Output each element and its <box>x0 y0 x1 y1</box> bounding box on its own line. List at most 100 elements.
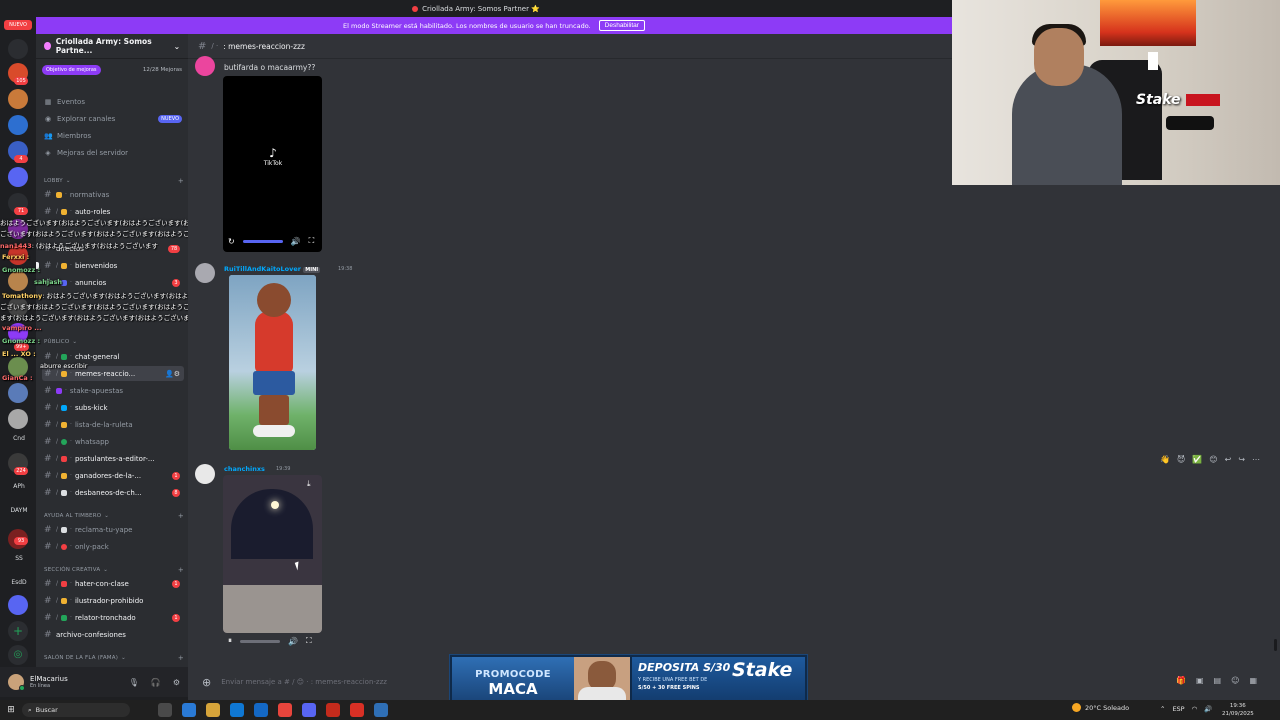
chevron-up-icon[interactable]: ⌃ <box>1160 705 1165 713</box>
taskbar-app-icon[interactable] <box>326 703 340 717</box>
server-label[interactable]: APh <box>4 483 34 490</box>
microphone-icon[interactable]: 🎙 <box>129 678 139 687</box>
channel-hater-con-clase[interactable]: # / · hater-con-clase 1 <box>42 576 184 591</box>
sidebar-item-events[interactable]: ▦ Eventos <box>44 95 182 109</box>
channel-postulantes[interactable]: # / · postulantes-a-editor-... <box>42 451 184 466</box>
add-attachment-icon[interactable]: ⊕ <box>202 676 211 689</box>
headphones-icon[interactable]: 🎧 <box>151 678 161 687</box>
channel-stake-apuestas[interactable]: # · stake-apuestas <box>42 383 184 398</box>
weather-widget[interactable]: 20°C Soleado <box>1072 703 1129 712</box>
channel-anuncios[interactable]: # / · anuncios 3 <box>42 275 184 290</box>
outlook-icon[interactable] <box>254 703 268 717</box>
wifi-icon[interactable]: ◠ <box>1192 705 1198 713</box>
windows-start-icon[interactable]: ⊞ <box>0 705 22 715</box>
sidebar-item-server-boosts[interactable]: ◈ Mejoras del servidor <box>44 146 182 160</box>
forward-icon[interactable]: ↪ <box>1238 455 1245 464</box>
add-reaction-icon[interactable]: 😊 <box>1209 455 1217 464</box>
replay-icon[interactable]: ↻ <box>228 237 235 246</box>
category-ayuda[interactable]: AYUDA AL TIMBERO ⌄ + <box>44 512 184 520</box>
add-channel-icon[interactable]: + <box>178 654 184 662</box>
channel-ganadores[interactable]: # / · ganadores-de-la-... 1 <box>42 468 184 483</box>
avatar[interactable] <box>195 464 215 484</box>
reply-icon[interactable]: ↩ <box>1225 455 1232 464</box>
sidebar-item-browse-channels[interactable]: ◉ Explorar canales NUEVO <box>44 112 182 126</box>
reaction-wave-icon[interactable]: 👋 <box>1160 455 1170 464</box>
category-lobby[interactable]: LOBBY ⌄ + <box>44 177 184 185</box>
server-label[interactable]: SS <box>4 555 34 562</box>
volume-icon[interactable]: 🔊 <box>291 237 301 246</box>
apps-icon[interactable]: ▦ <box>1249 676 1257 685</box>
discover-icon[interactable]: ◎ <box>8 645 28 665</box>
sticker-icon[interactable]: ▤ <box>1214 676 1222 685</box>
video-progress[interactable] <box>240 639 280 643</box>
channel-ilustrador-prohibido[interactable]: # / · ilustrador-prohibido <box>42 593 184 608</box>
server-icon[interactable] <box>8 167 28 187</box>
add-channel-icon[interactable]: + <box>178 566 184 574</box>
gif-icon[interactable]: ▣ <box>1196 676 1204 685</box>
task-view-icon[interactable] <box>158 703 172 717</box>
video-attachment[interactable]: ♪ TikTok <box>223 76 322 252</box>
add-channel-icon[interactable]: + <box>178 177 184 185</box>
language-indicator[interactable]: ESP <box>1172 705 1184 713</box>
more-icon[interactable]: ⋯ <box>1252 455 1260 464</box>
avatar[interactable] <box>195 263 215 283</box>
category-salon[interactable]: SALÓN DE LA FLA (FAMA) ⌄ + <box>44 654 184 662</box>
channel-desbaneos[interactable]: # / · desbaneos-de-ch... 8 <box>42 485 184 500</box>
avatar[interactable] <box>195 56 215 76</box>
channel-only-pack[interactable]: # / · only-pack <box>42 539 184 554</box>
channel-subs-kick[interactable]: # / · subs-kick <box>42 400 184 415</box>
channel-archivo-confesiones[interactable]: # archivo-confesiones <box>42 627 184 642</box>
store-icon[interactable] <box>230 703 244 717</box>
message-input[interactable]: Enviar mensaje a # / 😊 · : memes-reaccio… <box>221 678 387 686</box>
fullscreen-icon[interactable]: ⛶ <box>309 236 315 246</box>
channel-lista-de-la-ruleta[interactable]: # / · lista-de-la-ruleta <box>42 417 184 432</box>
taskbar-app-icon[interactable] <box>350 703 364 717</box>
download-icon[interactable]: ⤓ <box>307 479 311 489</box>
discord-icon[interactable] <box>302 703 316 717</box>
emoji-icon[interactable]: ☺ <box>1231 676 1239 685</box>
reaction-check-icon[interactable]: ✅ <box>1192 455 1202 464</box>
system-clock[interactable]: 19:36 21/09/2025 <box>1222 702 1254 718</box>
server-label[interactable]: Cnd <box>4 435 34 442</box>
taskbar-app-icon[interactable] <box>182 703 196 717</box>
server-icon[interactable] <box>8 271 28 291</box>
file-explorer-icon[interactable] <box>206 703 220 717</box>
message-author[interactable]: RuiTillAndKaitoLover MINI <box>224 265 321 273</box>
boost-goal[interactable]: Objetivo de mejoras 12/28 Mejoras <box>42 63 182 77</box>
invite-settings-icons[interactable]: 👤⚙ <box>165 370 180 378</box>
chrome-icon[interactable] <box>278 703 292 717</box>
category-creativa[interactable]: SECCIÓN CREATIVA ⌄ + <box>44 566 184 574</box>
avatar[interactable] <box>8 674 25 691</box>
image-attachment[interactable] <box>229 275 316 450</box>
channel-whatsapp[interactable]: # / · whatsapp <box>42 434 184 449</box>
server-icon[interactable] <box>8 89 28 109</box>
volume-icon[interactable]: 🔊 <box>1204 705 1212 713</box>
volume-icon[interactable]: 🔊 <box>288 637 298 646</box>
sidebar-item-members[interactable]: 👥 Miembros <box>44 129 182 143</box>
scrollbar[interactable] <box>1274 639 1277 651</box>
disable-streamer-mode-button[interactable]: Deshabilitar <box>598 20 645 31</box>
gear-icon[interactable]: ⚙ <box>173 678 180 687</box>
category-publico[interactable]: PÚBLICO ⌄ <box>44 339 184 345</box>
server-header[interactable]: Criollada Army: Somos Partne... ⌄ <box>36 34 188 59</box>
server-icon[interactable] <box>8 595 28 615</box>
message-author[interactable]: chanchinxs <box>224 465 265 473</box>
add-server-icon[interactable]: + <box>8 621 28 641</box>
taskbar-search[interactable]: ⌕ Buscar <box>22 703 130 717</box>
reaction-devil-icon[interactable]: 😈 <box>1177 455 1185 464</box>
server-label[interactable]: DAYM <box>4 507 34 514</box>
server-icon[interactable] <box>8 383 28 403</box>
server-label[interactable]: EsdD <box>4 579 34 586</box>
server-icon[interactable] <box>8 39 28 59</box>
fullscreen-icon[interactable]: ⛶ <box>306 636 312 646</box>
video-progress[interactable] <box>242 239 283 243</box>
add-channel-icon[interactable]: + <box>178 512 184 520</box>
channel-relator-tronchado[interactable]: # / · relator-tronchado 1 <box>42 610 184 625</box>
channel-reclama-tu-yape[interactable]: # / · reclama-tu-yape <box>42 522 184 537</box>
pause-icon[interactable]: ⏸ <box>228 636 232 646</box>
channel-bienvenidos[interactable]: # / · bienvenidos <box>36 258 184 273</box>
channel-normativas[interactable]: # · normativas <box>42 187 184 202</box>
gift-icon[interactable]: 🎁 <box>1176 676 1186 685</box>
server-icon[interactable] <box>8 115 28 135</box>
server-icon[interactable] <box>8 409 28 429</box>
